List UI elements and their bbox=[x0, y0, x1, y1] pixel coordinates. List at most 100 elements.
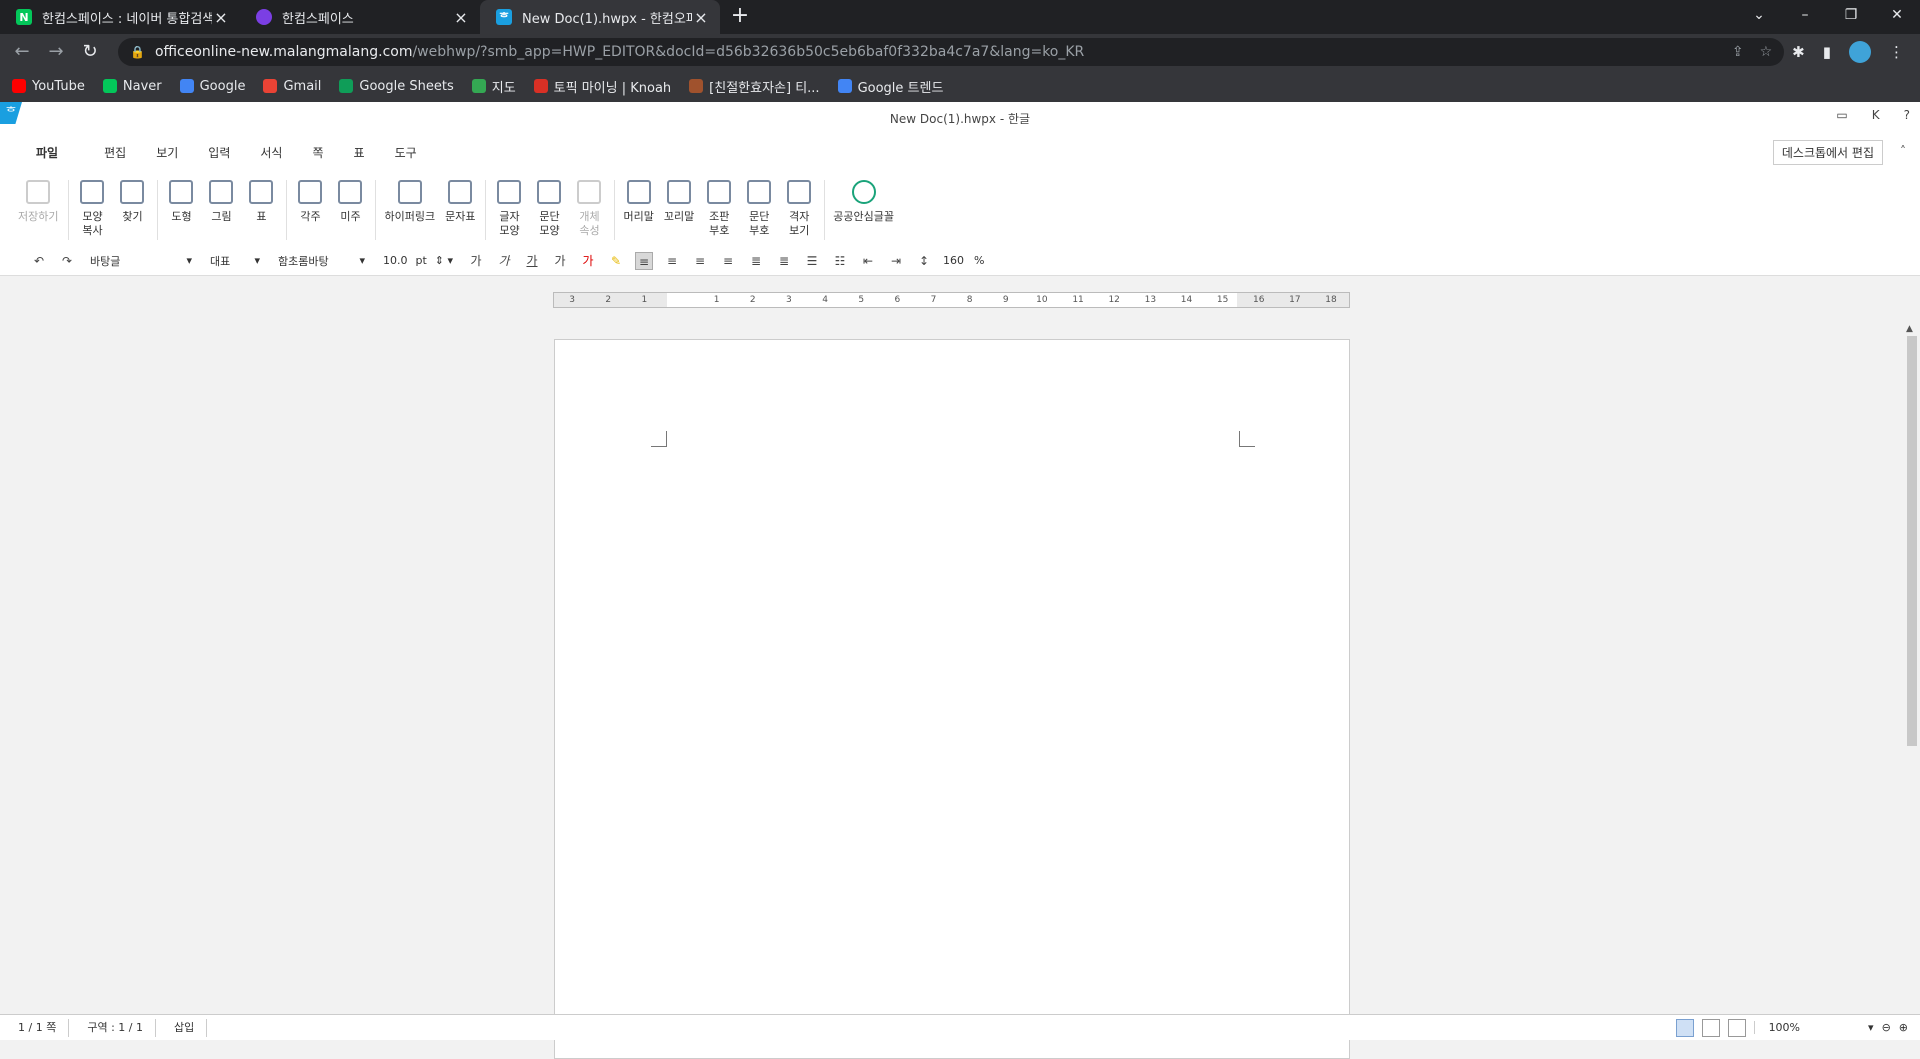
ribbon-button[interactable]: 문자표 bbox=[445, 180, 475, 224]
bullet-list-button[interactable]: ☰ bbox=[803, 252, 821, 270]
line-spacing-value[interactable]: 160 bbox=[943, 254, 964, 267]
align-center-button[interactable]: ≡ bbox=[691, 252, 709, 270]
horizontal-ruler[interactable]: 3 2 1 1 2 3 4 5 6 7 8 9 10 11 12 13 14 15 16 17 18 bbox=[553, 292, 1350, 308]
bookmark-item[interactable]: [친절한효자손] 티... bbox=[689, 77, 820, 96]
ribbon-button[interactable]: 찾기 bbox=[117, 180, 147, 224]
menu-item[interactable]: 도구 bbox=[395, 144, 417, 161]
numbered-list-button[interactable]: ☷ bbox=[831, 252, 849, 270]
close-tab-icon[interactable]: × bbox=[452, 8, 470, 27]
user-initial[interactable]: K bbox=[1872, 108, 1880, 122]
ribbon-button[interactable]: 개체 속성 bbox=[574, 180, 604, 238]
highlight-button[interactable]: ✎ bbox=[607, 252, 625, 270]
restore-button[interactable]: ❐ bbox=[1828, 0, 1874, 30]
divide-button[interactable]: ≣ bbox=[775, 252, 793, 270]
ribbon-button[interactable]: 꼬리말 bbox=[664, 180, 694, 224]
ribbon-button[interactable]: 모양 복사 bbox=[77, 180, 107, 238]
ribbon-button[interactable]: 저장하기 bbox=[18, 180, 58, 224]
browser-tab-2[interactable]: ᄒ New Doc(1).hwpx - 한컴오피스 × bbox=[480, 0, 720, 34]
scrollbar-thumb[interactable] bbox=[1907, 336, 1917, 746]
align-right-button[interactable]: ≡ bbox=[719, 252, 737, 270]
align-left-button[interactable]: ≡ bbox=[663, 252, 681, 270]
ribbon-button[interactable]: 공공안심글꼴 bbox=[833, 180, 894, 224]
scroll-up-icon[interactable]: ▲ bbox=[1906, 324, 1913, 334]
collapse-ribbon-icon[interactable]: ˄ bbox=[1900, 144, 1906, 158]
bold-button[interactable]: 가 bbox=[467, 252, 485, 270]
profile-avatar[interactable] bbox=[1849, 41, 1871, 63]
view-normal-icon[interactable] bbox=[1675, 1018, 1694, 1037]
font-color-button[interactable]: 가 bbox=[579, 252, 597, 270]
bookmark-star-icon[interactable]: ☆ bbox=[1760, 44, 1773, 60]
menu-icon[interactable]: ⋮ bbox=[1889, 43, 1904, 61]
bookmark-item[interactable]: Google Sheets bbox=[339, 79, 454, 94]
menu-item[interactable]: 보기 bbox=[156, 144, 178, 161]
ribbon-button[interactable]: 글자 모양 bbox=[494, 180, 524, 238]
reload-button[interactable]: ↻ bbox=[76, 38, 104, 66]
tab-search-icon[interactable]: ⌄ bbox=[1736, 0, 1782, 30]
bookmark-item[interactable]: YouTube bbox=[12, 79, 85, 94]
strikethrough-button[interactable]: 가 bbox=[551, 252, 569, 270]
ribbon-button[interactable]: 하이퍼링크 bbox=[384, 180, 435, 224]
vertical-scrollbar[interactable]: ▲ ▼ bbox=[1904, 324, 1920, 1026]
menu-item[interactable]: 파일 bbox=[36, 144, 58, 161]
ribbon-button[interactable]: 문단 부호 bbox=[744, 180, 774, 238]
close-tab-icon[interactable]: × bbox=[212, 8, 230, 27]
document-page[interactable] bbox=[554, 339, 1350, 1059]
browser-tab-0[interactable]: N 한컴스페이스 : 네이버 통합검색 × bbox=[0, 0, 240, 34]
side-panel-icon[interactable]: ▮ bbox=[1823, 43, 1831, 61]
close-window-button[interactable]: ✕ bbox=[1874, 0, 1920, 30]
ribbon-button[interactable]: 각주 bbox=[295, 180, 325, 224]
line-spacing-icon[interactable]: ↕ bbox=[915, 252, 933, 270]
ribbon-button[interactable]: 미주 bbox=[335, 180, 365, 224]
address-bar[interactable]: 🔒 officeonline-new.malangmalang.com/webh… bbox=[118, 38, 1785, 66]
forward-button[interactable]: → bbox=[42, 38, 70, 66]
style-select[interactable]: 바탕글 ▾ bbox=[86, 250, 196, 272]
ribbon-button[interactable]: 표 bbox=[246, 180, 276, 224]
font-select[interactable]: 함초롬바탕 ▾ bbox=[274, 250, 369, 272]
comment-icon[interactable]: ▭ bbox=[1836, 108, 1847, 122]
menu-item[interactable]: 편집 bbox=[104, 144, 126, 161]
menu-item[interactable]: 쪽 bbox=[312, 144, 323, 161]
decrease-indent-icon[interactable]: ⇤ bbox=[859, 252, 877, 270]
menu-item[interactable]: 입력 bbox=[208, 144, 230, 161]
underline-button[interactable]: 가 bbox=[523, 252, 541, 270]
bookmark-item[interactable]: Google bbox=[179, 79, 245, 94]
bookmark-item[interactable]: Gmail bbox=[263, 79, 321, 94]
menu-item[interactable]: 표 bbox=[354, 144, 365, 161]
menu-item[interactable]: 서식 bbox=[260, 144, 282, 161]
lock-icon[interactable]: 🔒 bbox=[130, 45, 145, 59]
back-button[interactable]: ← bbox=[8, 38, 36, 66]
desktop-edit-button[interactable]: 데스크톱에서 편집 bbox=[1772, 140, 1883, 165]
bookmark-item[interactable]: 지도 bbox=[471, 77, 516, 96]
ribbon-button[interactable]: 문단 모양 bbox=[534, 180, 564, 238]
ribbon-button[interactable]: 격자 보기 bbox=[784, 180, 814, 238]
ribbon-button[interactable]: 조판 부호 bbox=[704, 180, 734, 238]
extensions-icon[interactable]: ✱ bbox=[1792, 43, 1805, 61]
ribbon-button[interactable]: 그림 bbox=[206, 180, 236, 224]
distribute-button[interactable]: ≣ bbox=[747, 252, 765, 270]
ribbon-button[interactable]: 도형 bbox=[166, 180, 196, 224]
view-width-icon[interactable] bbox=[1701, 1018, 1720, 1037]
increase-indent-icon[interactable]: ⇥ bbox=[887, 252, 905, 270]
ribbon-button[interactable]: 머리말 bbox=[623, 180, 654, 224]
zoom-select[interactable]: 100% ▾ bbox=[1753, 1021, 1874, 1034]
minimize-button[interactable]: – bbox=[1782, 0, 1828, 30]
undo-icon[interactable]: ↶ bbox=[30, 252, 48, 270]
italic-button[interactable]: 가 bbox=[495, 252, 513, 270]
redo-icon[interactable]: ↷ bbox=[58, 252, 76, 270]
bookmark-item[interactable]: 토픽 마이닝 | Knoah bbox=[533, 77, 671, 96]
language-select[interactable]: 대표 ▾ bbox=[206, 250, 264, 272]
zoom-out-icon[interactable]: ⊖ bbox=[1882, 1021, 1891, 1034]
help-button[interactable]: ? bbox=[1904, 108, 1910, 122]
insert-mode[interactable]: 삽입 bbox=[156, 1018, 208, 1037]
zoom-in-icon[interactable]: ⊕ bbox=[1899, 1021, 1908, 1034]
view-page-icon[interactable] bbox=[1727, 1018, 1746, 1037]
new-tab-button[interactable]: + bbox=[726, 3, 754, 31]
bookmark-item[interactable]: Google 트렌드 bbox=[837, 77, 943, 96]
align-justify-button[interactable]: ≡ bbox=[635, 251, 653, 270]
close-tab-icon[interactable]: × bbox=[692, 8, 710, 27]
font-size-input[interactable]: 10.0 pt ⇕ ▾ bbox=[379, 250, 457, 272]
hancom-logo-icon[interactable]: ᄒ bbox=[0, 102, 22, 124]
share-icon[interactable]: ⇪ bbox=[1732, 44, 1744, 60]
browser-tab-1[interactable]: 한컴스페이스 × bbox=[240, 0, 480, 34]
bookmark-item[interactable]: Naver bbox=[102, 79, 162, 94]
